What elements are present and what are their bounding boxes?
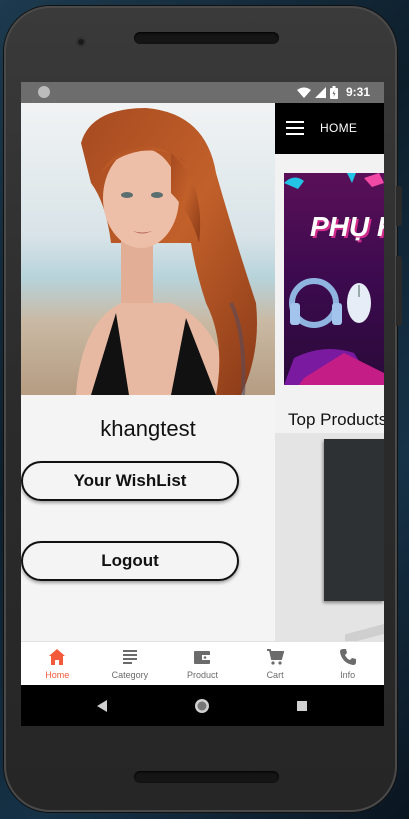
nav-info-label: Info [340, 670, 356, 680]
banner-text: PHỤ K [310, 211, 384, 242]
app-bar: HOME [275, 103, 384, 154]
signal-icon [315, 87, 326, 98]
product-card[interactable] [324, 439, 384, 601]
list-icon [122, 650, 137, 664]
power-button [396, 186, 402, 226]
status-bar: 9:31 [21, 82, 384, 103]
battery-icon [330, 86, 338, 99]
nav-category[interactable]: Category [94, 642, 167, 686]
screen: 9:31 khangtest Your WishList Logout HOME… [21, 82, 384, 726]
profile-photo [21, 103, 275, 395]
promo-banner[interactable]: PHỤ K [284, 173, 384, 385]
phone-icon [339, 649, 356, 665]
front-camera [76, 37, 86, 47]
nav-product[interactable]: Product [166, 642, 239, 686]
bottom-speaker [134, 771, 279, 783]
logout-button[interactable]: Logout [21, 541, 239, 581]
status-time: 9:31 [345, 85, 370, 99]
wallet-icon [194, 651, 211, 664]
home-button-icon[interactable] [194, 698, 210, 714]
recents-icon[interactable] [297, 701, 307, 711]
nav-cart-label: Cart [266, 670, 284, 680]
top-products-title: Top Products [288, 410, 384, 429]
menu-icon[interactable] [286, 121, 304, 135]
navigation-drawer: khangtest Your WishList Logout [21, 103, 275, 641]
wifi-icon [297, 87, 311, 98]
home-icon [49, 649, 66, 665]
notification-dot [38, 86, 50, 98]
system-navigation-bar [21, 685, 384, 726]
status-icons [297, 86, 338, 99]
back-icon[interactable] [97, 700, 107, 712]
top-speaker [134, 32, 279, 44]
nav-home[interactable]: Home [21, 642, 94, 686]
wishlist-button[interactable]: Your WishList [21, 461, 239, 501]
bottom-navigation: Home Category Product Cart Info [21, 641, 384, 686]
volume-button [396, 256, 402, 326]
nav-category-label: Category [111, 670, 149, 680]
username: khangtest [100, 416, 196, 441]
app-title: HOME [320, 121, 358, 135]
nav-product-label: Product [186, 670, 218, 680]
nav-home-label: Home [45, 670, 70, 680]
cart-icon [267, 649, 285, 665]
product-list [275, 433, 384, 645]
nav-info[interactable]: Info [311, 642, 384, 686]
nav-cart[interactable]: Cart [239, 642, 312, 686]
home-content: HOME PHỤ Top Products [275, 103, 384, 645]
